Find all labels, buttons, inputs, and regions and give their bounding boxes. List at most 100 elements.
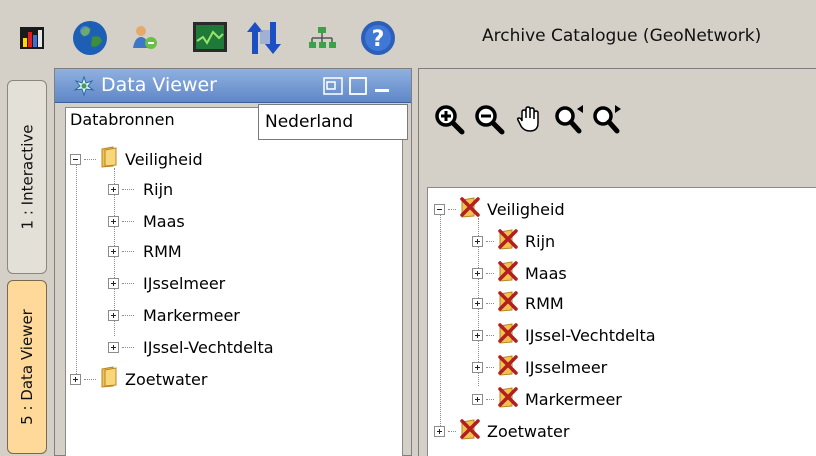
collapse-toggle[interactable] — [70, 153, 81, 165]
layer-node[interactable]: IJsselmeer — [472, 352, 607, 382]
tree-connector — [84, 378, 96, 380]
tree-connector — [448, 208, 456, 210]
layer-node[interactable]: IJssel-Vechtdelta — [472, 320, 656, 350]
minimize-window-icon[interactable] — [373, 77, 391, 99]
monitor-icon[interactable] — [190, 18, 230, 58]
data-viewer-icon — [73, 75, 95, 101]
expand-toggle[interactable] — [108, 215, 119, 227]
tree-node-label: IJssel-Vechtdelta — [143, 337, 274, 357]
archive-catalogue-label[interactable]: Archive Catalogue (GeoNetwork) — [482, 26, 761, 46]
expand-toggle[interactable] — [472, 329, 483, 341]
tree-connector — [84, 158, 96, 160]
expand-toggle[interactable] — [108, 341, 119, 353]
tree-node[interactable]: Rijn — [108, 174, 173, 204]
expand-toggle[interactable] — [434, 425, 445, 437]
folder-icon — [99, 366, 119, 392]
zoom-in-icon[interactable] — [433, 103, 465, 139]
expand-toggle[interactable] — [472, 235, 483, 247]
network-icon[interactable] — [302, 18, 342, 58]
expand-toggle[interactable] — [108, 183, 119, 195]
layer-node-label: Zoetwater — [487, 421, 570, 441]
tree-node[interactable]: IJssel-Vechtdelta — [108, 332, 274, 362]
tree-node[interactable]: Maas — [108, 206, 185, 236]
folder-icon — [99, 146, 119, 172]
tree-node-label: Veiligheid — [125, 149, 203, 169]
transfer-icon[interactable] — [244, 18, 284, 58]
data-sources-heading: Databronnen — [70, 110, 175, 129]
layer-node-label: Markermeer — [525, 389, 622, 409]
tree-connector — [122, 314, 134, 316]
restore-window-icon[interactable] — [323, 77, 343, 99]
layer-unavailable-icon — [497, 322, 519, 348]
tree-connector — [122, 346, 134, 348]
tree-connector — [486, 398, 494, 400]
tab-interactive-label: 1 : Interactive — [18, 124, 36, 230]
expand-toggle[interactable] — [70, 373, 81, 385]
tree-connector — [486, 272, 494, 274]
layer-unavailable-icon — [497, 354, 519, 380]
expand-toggle[interactable] — [472, 361, 483, 373]
map-panel: Veiligheid Rijn Maas RMM IJssel-Vechtdel… — [418, 68, 816, 456]
expand-toggle[interactable] — [472, 297, 483, 309]
layer-node-label: IJsselmeer — [525, 357, 608, 377]
help-icon[interactable]: ? — [358, 18, 398, 58]
tree-node[interactable]: IJsselmeer — [108, 268, 225, 298]
expand-toggle[interactable] — [108, 277, 119, 289]
view-tab-strip: 1 : Interactive 5 : Data Viewer — [0, 68, 52, 456]
layer-node-label: IJssel-Vechtdelta — [525, 325, 656, 345]
layer-node[interactable]: Veiligheid — [434, 194, 565, 224]
tree-connector — [486, 302, 494, 304]
layer-node[interactable]: Rijn — [472, 226, 555, 256]
layer-unavailable-icon — [497, 386, 519, 412]
layer-node-label: Rijn — [525, 231, 556, 251]
tree-connector — [486, 240, 494, 242]
zoom-out-icon[interactable] — [473, 103, 505, 139]
tree-node[interactable]: Zoetwater — [70, 364, 207, 394]
data-sources-tree: Databronnen Veiligheid Rijn Maas RMM IJs… — [65, 107, 403, 456]
layer-node[interactable]: Zoetwater — [434, 416, 569, 446]
layer-unavailable-icon — [497, 290, 519, 316]
data-viewer-header: Data Viewer — [55, 69, 411, 103]
layer-node-label: RMM — [525, 293, 564, 313]
layer-unavailable-icon — [459, 418, 481, 444]
data-viewer-title: Data Viewer — [101, 74, 217, 96]
tree-connector — [122, 282, 134, 284]
layer-node[interactable]: Maas — [472, 258, 567, 288]
layer-node[interactable]: Markermeer — [472, 384, 622, 414]
expand-toggle[interactable] — [472, 267, 483, 279]
tree-node-label: RMM — [143, 241, 182, 261]
layer-node-label: Maas — [525, 263, 567, 283]
tree-connector — [486, 366, 494, 368]
tree-node[interactable]: RMM — [108, 236, 182, 266]
layer-node-label: Veiligheid — [487, 199, 565, 219]
tab-interactive[interactable]: 1 : Interactive — [7, 80, 47, 274]
tree-guide-line — [440, 206, 441, 426]
globe-icon[interactable] — [70, 18, 110, 58]
zoom-next-icon[interactable] — [591, 103, 623, 139]
maximize-window-icon[interactable] — [349, 77, 367, 99]
tree-node[interactable]: Markermeer — [108, 300, 240, 330]
tab-data-viewer[interactable]: 5 : Data Viewer — [7, 280, 47, 454]
pan-hand-icon[interactable] — [513, 103, 545, 139]
expand-toggle[interactable] — [108, 245, 119, 257]
chart-icon[interactable] — [12, 18, 52, 58]
layer-unavailable-icon — [459, 196, 481, 222]
tab-data-viewer-label: 5 : Data Viewer — [18, 309, 36, 425]
tree-node-label: Zoetwater — [125, 369, 208, 389]
layer-unavailable-icon — [497, 228, 519, 254]
user-connect-icon[interactable] — [124, 18, 164, 58]
tree-connector — [448, 430, 456, 432]
tree-node-label: Maas — [143, 211, 185, 231]
tree-connector — [486, 334, 494, 336]
layer-node[interactable]: RMM — [472, 288, 564, 318]
zoom-previous-icon[interactable] — [553, 103, 585, 139]
location-search-input[interactable] — [258, 104, 408, 140]
expand-toggle[interactable] — [472, 393, 483, 405]
tree-connector — [122, 220, 134, 222]
tree-node-label: Markermeer — [143, 305, 240, 325]
expand-toggle[interactable] — [108, 309, 119, 321]
tree-node-label: IJsselmeer — [143, 273, 226, 293]
collapse-toggle[interactable] — [434, 203, 445, 215]
map-toolbar — [419, 97, 816, 143]
tree-node[interactable]: Veiligheid — [70, 144, 203, 174]
